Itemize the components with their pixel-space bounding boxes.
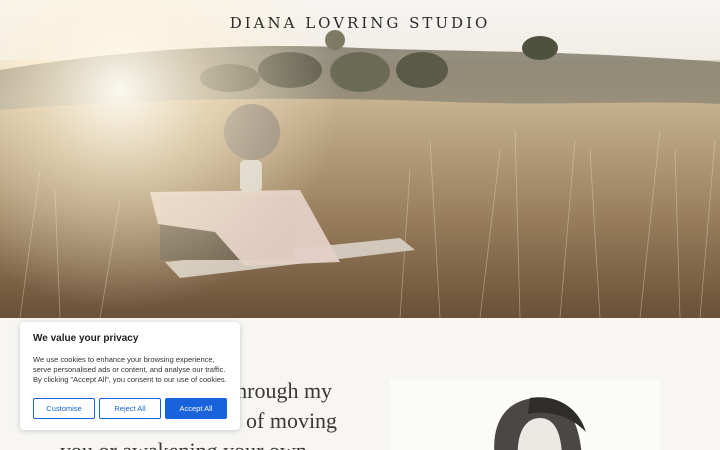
portrait-photo [390,380,660,450]
cookie-title: We value your privacy [33,333,139,344]
cookie-description: We use cookies to enhance your browsing … [33,355,227,384]
cookie-consent-dialog: We value your privacy We use cookies to … [20,322,240,430]
hero-landscape-illustration [0,0,720,318]
cookie-button-group: Customise Reject All Accept All [33,398,227,419]
accept-all-button[interactable]: Accept All [165,398,227,419]
customise-button[interactable]: Customise [33,398,95,419]
site-title[interactable]: DIANA LOVRING STUDIO [0,14,720,32]
intro-line: you or awakening your own [60,436,360,450]
reject-all-button[interactable]: Reject All [99,398,161,419]
hero-image: DIANA LOVRING STUDIO [0,0,720,318]
portrait-illustration [494,397,586,450]
